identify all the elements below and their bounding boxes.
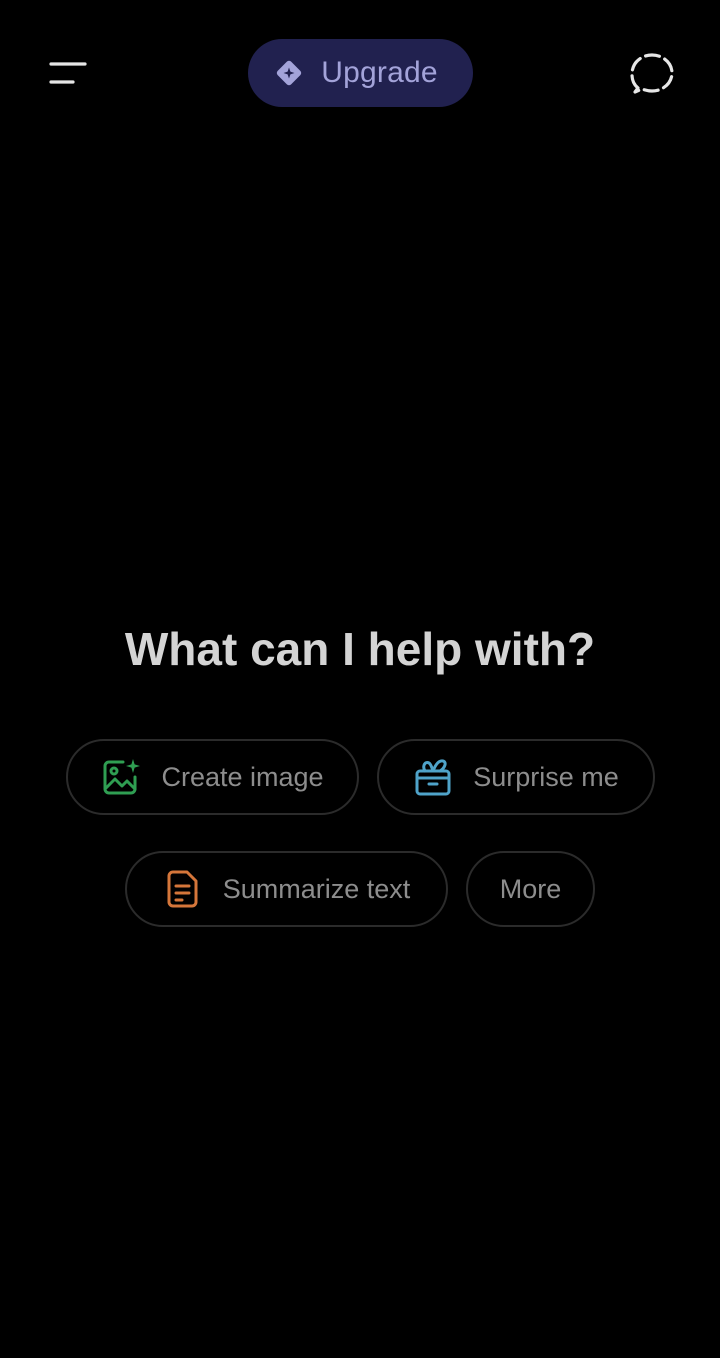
document-icon (163, 869, 203, 909)
dashed-chat-bubble-icon (630, 53, 674, 94)
surprise-me-label: Surprise me (473, 761, 619, 792)
image-sparkle-icon (101, 757, 141, 797)
summarize-text-label: Summarize text (222, 873, 411, 904)
upgrade-button[interactable]: Upgrade (248, 39, 473, 107)
upgrade-label: Upgrade (321, 56, 438, 89)
sparkle-diamond-icon (277, 60, 302, 86)
hamburger-menu-icon (49, 62, 87, 84)
create-image-button[interactable]: Create image (66, 739, 359, 815)
menu-button[interactable] (34, 45, 102, 101)
new-chat-button[interactable] (622, 45, 682, 103)
more-button[interactable]: More (466, 851, 595, 927)
page-title: What can I help with? (124, 623, 596, 675)
create-image-label: Create image (161, 761, 324, 792)
more-label: More (499, 873, 562, 904)
gift-box-icon (413, 757, 453, 797)
top-bar: Upgrade (0, 0, 720, 146)
summarize-text-button[interactable]: Summarize text (125, 851, 448, 927)
surprise-me-button[interactable]: Surprise me (377, 739, 655, 815)
